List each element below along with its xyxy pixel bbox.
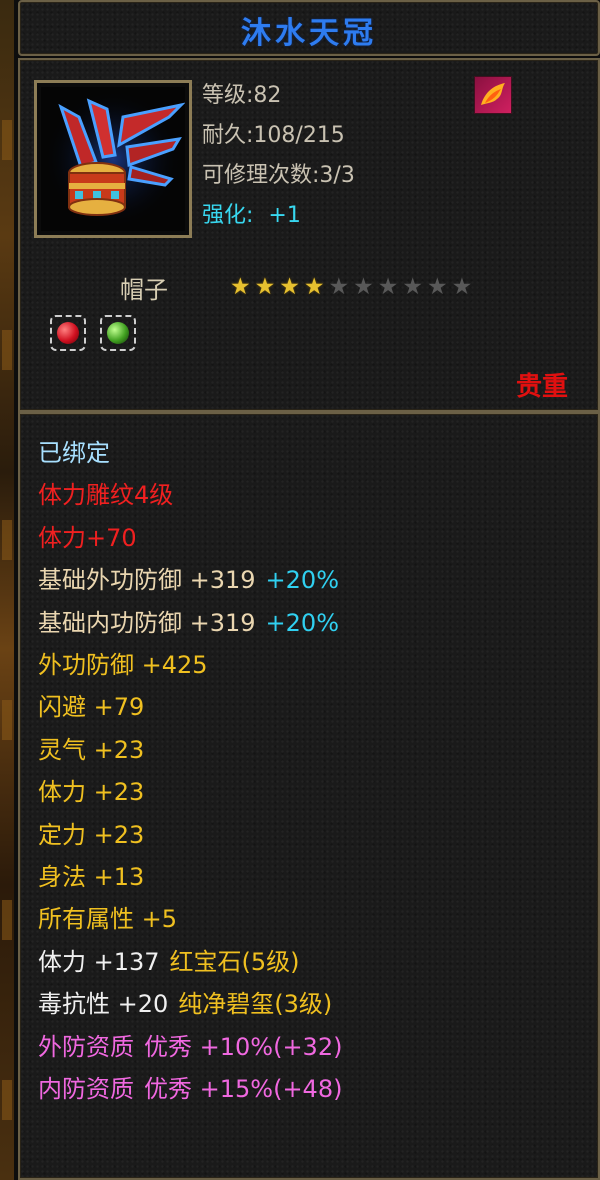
attribute-text: 体力 +23 [38,778,145,807]
star-empty-icon: ★ [427,274,448,300]
attribute-line: 基础外功防御 +319 +20% [38,565,349,595]
attribute-line: 内防资质 优秀 +15%(+48) [38,1074,352,1104]
winged-crown-icon [41,87,185,231]
attribute-line: 基础内功防御 +319 +20% [38,608,349,638]
item-level: 等级:82 [202,83,282,108]
attribute-line: 外防资质 优秀 +10%(+32) [38,1032,352,1062]
attribute-text: 基础外功防御 +319 [38,566,256,595]
item-durability: 耐久:108/215 [202,123,345,148]
attribute-text: 身法 +13 [38,863,145,891]
attribute-text: 所有属性 +5 [38,905,178,934]
attribute-text: 纯净碧玺(3级) [178,990,333,1019]
star-empty-icon: ★ [402,274,423,300]
gem-slot-1[interactable] [50,315,86,351]
green-gem-icon [107,322,129,344]
enhance-label: 强化: [202,203,254,228]
star-filled-icon: ★ [279,274,300,300]
attribute-line: 身法 +13 [38,862,154,892]
attribute-text: 灵气 +23 [38,735,145,764]
edge-ornament [2,330,12,370]
item-attributes-panel: 已绑定 体力雕纹4级 体力+70 基础外功防御 +319 +20% 基础内功防御 +319… [18,412,600,1180]
attribute-text: 优秀 +10%(+32) [144,1032,343,1061]
gem-slot-2[interactable] [100,315,136,351]
star-filled-icon: ★ [303,274,325,300]
star-rating: ★ ★ ★ ★ ★ ★ ★ ★ ★ ★ [230,274,472,300]
attribute-line: 外功防御 +425 [38,650,218,680]
tooltip-title-bar: 沐水天冠 [18,0,600,56]
star-empty-icon: ★ [451,274,473,300]
item-name: 沐水天冠 [241,16,377,51]
star-filled-icon: ★ [230,274,251,300]
red-gem-icon [57,322,79,344]
attribute-line: 定力 +23 [38,820,154,850]
attribute-text: +20% [265,566,339,595]
attribute-line: 体力+70 [38,523,147,553]
attribute-text: 体力 +137 [38,947,160,976]
edge-ornament [2,120,12,160]
attribute-text: +20% [265,608,339,637]
item-repair-count: 可修理次数:3/3 [202,163,355,188]
attribute-line: 体力 +23 [38,777,154,807]
attribute-line: 灵气 +23 [38,735,154,765]
edge-ornament [2,520,12,560]
item-enhance: 强化: +1 [202,202,301,230]
star-empty-icon: ★ [377,274,399,300]
attribute-text: 外防资质 [38,1032,134,1061]
edge-ornament [2,700,12,740]
attribute-line: 所有属性 +5 [38,904,187,934]
fire-bird-icon[interactable] [474,76,512,114]
attribute-text: 外功防御 +425 [38,651,208,679]
item-info-panel: 等级:82 耐久:108/215 可修理次数:3/3 强化: +1 帽子 ★ ★ ★… [18,58,600,412]
star-filled-icon: ★ [254,274,276,300]
attribute-text: 毒抗性 +20 [38,990,169,1019]
edge-ornament [2,1080,12,1120]
attribute-text: 定力 +23 [38,820,145,849]
attribute-text: 优秀 +15%(+48) [144,1075,343,1103]
attribute-text: 红宝石(5级) [169,947,300,976]
item-rarity: 贵重 [515,372,568,402]
attribute-text: 基础内功防御 +319 [38,608,256,637]
attribute-line: 闪避 +79 [38,692,154,722]
attribute-line: 体力雕纹4级 [38,480,183,510]
edge-ornament [2,900,12,940]
attribute-text: 内防资质 [38,1075,134,1103]
attribute-line: 已绑定 [38,438,120,468]
item-type: 帽子 [120,276,168,304]
enhance-value: +1 [268,203,301,228]
star-empty-icon: ★ [353,274,374,300]
attribute-line: 毒抗性 +20 纯净碧玺(3级) [38,989,342,1019]
attribute-text: 已绑定 [38,439,110,467]
attribute-text: 闪避 +79 [38,693,145,722]
attribute-line: 体力 +137 红宝石(5级) [38,947,310,977]
item-icon-frame [34,80,192,238]
attribute-text: 体力雕纹4级 [38,481,174,510]
attribute-text: 体力+70 [38,523,137,552]
left-edge-strip [0,0,14,1180]
star-empty-icon: ★ [328,274,350,300]
